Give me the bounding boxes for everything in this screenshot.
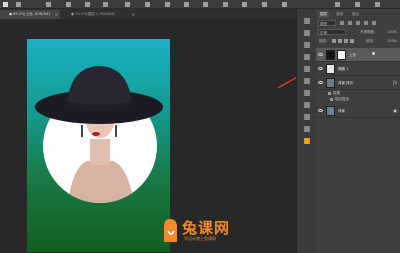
blend-mode-select[interactable]: 正常 [318, 29, 346, 35]
lock-position-icon[interactable] [344, 39, 348, 43]
document-tab-label: ● 70.2%(图层 1, RGB/8#) [71, 12, 116, 16]
filter-shape-icon[interactable] [364, 21, 368, 25]
close-icon[interactable]: × [55, 12, 58, 17]
opacity-value[interactable]: 100% [387, 30, 397, 34]
layer-row[interactable]: 上色 [316, 48, 400, 62]
rabbit-logo-icon [164, 219, 177, 242]
tool-styles-icon[interactable] [303, 77, 311, 85]
fill-value[interactable]: 100% [387, 39, 397, 43]
3d-rotate-icon[interactable] [355, 2, 360, 7]
distribute-left-icon[interactable] [223, 2, 228, 7]
layer-thumbnail [326, 106, 335, 116]
align-center-icon[interactable] [66, 2, 71, 7]
distribute-center-icon[interactable] [242, 2, 247, 7]
tools-panel [296, 9, 316, 253]
effect-item[interactable]: 描边叠加 [330, 97, 349, 102]
tool-character-icon[interactable] [303, 89, 311, 97]
layer-thumbnail [326, 64, 335, 74]
layer-link-icon[interactable] [372, 52, 375, 55]
align-left-icon[interactable] [46, 2, 51, 7]
tab-layers[interactable]: 图层 [318, 11, 329, 18]
3d-pan-icon[interactable] [375, 2, 380, 7]
lock-all-icon[interactable] [350, 39, 354, 43]
document-canvas[interactable] [27, 39, 170, 252]
align-top-icon[interactable] [103, 2, 108, 7]
visibility-eye-icon[interactable] [318, 67, 323, 70]
close-icon[interactable]: × [132, 12, 135, 17]
document-tab[interactable]: ● 70.2%(图层 1, RGB/8#) × [62, 10, 137, 19]
align-right-icon[interactable] [85, 2, 90, 7]
filter-pixel-icon[interactable] [340, 21, 344, 25]
lock-row: 锁定: 填充: 100% [316, 37, 400, 45]
blend-row: 正常 不透明度: 100% [316, 28, 400, 36]
distribute-top-icon[interactable] [165, 2, 170, 7]
visibility-eye-icon[interactable] [318, 53, 323, 56]
document-tab[interactable]: ● 69.2%(上色, RGB/8#) × [0, 10, 60, 19]
filter-adjust-icon[interactable] [348, 21, 352, 25]
layer-row[interactable]: 椭圆 1 [316, 62, 400, 76]
effect-item-label: 描边叠加 [335, 97, 349, 101]
opacity-label: 不透明度: [360, 30, 376, 34]
tool-glyphs-icon[interactable] [303, 113, 311, 121]
watermark-brand: 兔课网 [182, 219, 231, 237]
effects-label: 效果 [333, 91, 340, 95]
layer-thumbnail [326, 78, 335, 88]
align-middle-icon[interactable] [125, 2, 130, 7]
lock-icon: ▣ [393, 108, 397, 113]
lock-label: 锁定: [319, 39, 328, 43]
panel-tabs: 图层 通道 路径 [316, 11, 400, 18]
distribute-bottom-icon[interactable] [203, 2, 208, 7]
effect-eye-icon[interactable] [328, 91, 331, 95]
artwork [35, 66, 163, 203]
tool-color-icon[interactable] [303, 53, 311, 61]
filter-row: 类型 [316, 19, 400, 27]
fx-icon[interactable]: ƒx [393, 80, 397, 85]
auto-select-icon[interactable] [16, 2, 21, 7]
effect-eye-icon[interactable] [330, 97, 333, 101]
tool-brush-icon[interactable] [303, 137, 311, 145]
layer-mask-thumbnail[interactable] [337, 50, 346, 60]
tool-adjustments-icon[interactable] [303, 41, 311, 49]
layer-name[interactable]: 上色 [349, 53, 356, 58]
tab-channels[interactable]: 通道 [334, 11, 345, 18]
tool-history-icon[interactable] [303, 17, 311, 25]
document-tab-label: ● 69.2%(上色, RGB/8#) [9, 12, 51, 16]
options-bar [0, 0, 400, 9]
watermark-tagline: 学设计就上兔课网 [184, 236, 216, 241]
layer-row[interactable]: 背景 ▣ [316, 104, 400, 118]
layer-name[interactable]: 椭圆 1 [338, 67, 348, 72]
distribute-right-icon[interactable] [262, 2, 267, 7]
tool-swatches-icon[interactable] [303, 65, 311, 73]
move-tool-icon[interactable] [3, 2, 8, 7]
3d-mode-icon[interactable] [335, 2, 340, 7]
tool-paragraph-icon[interactable] [303, 101, 311, 109]
lock-pixels-icon[interactable] [338, 39, 342, 43]
canvas-area[interactable]: 兔课网 学设计就上兔课网 [0, 19, 317, 253]
watermark: 兔课网 学设计就上兔课网 [160, 215, 260, 247]
effects-row[interactable]: 效果 [328, 91, 340, 96]
blend-mode-value: 正常 [320, 30, 327, 35]
kind-filter-label: 类型 [320, 21, 327, 26]
auto-align-icon[interactable] [282, 2, 287, 7]
lock-transparent-icon[interactable] [332, 39, 336, 43]
layer-thumbnail [326, 50, 335, 60]
layer-name[interactable]: 背景 [338, 109, 345, 114]
tool-properties-icon[interactable] [303, 29, 311, 37]
visibility-eye-icon[interactable] [318, 81, 323, 84]
tab-paths[interactable]: 路径 [350, 11, 361, 18]
layer-row[interactable]: 背景 拷贝 ƒx [316, 76, 400, 90]
distribute-middle-icon[interactable] [184, 2, 189, 7]
kind-filter-select[interactable]: 类型 [318, 20, 336, 26]
layers-panel: 图层 通道 路径 类型 正常 不透明度: 100% 锁定: 填充: 100% 上… [316, 9, 400, 253]
visibility-eye-icon[interactable] [318, 109, 323, 112]
fill-label: 填充: [366, 39, 375, 43]
document-tab-bar: ● 69.2%(上色, RGB/8#) × ● 70.2%(图层 1, RGB/… [0, 9, 300, 19]
filter-smart-icon[interactable] [372, 21, 376, 25]
tool-libraries-icon[interactable] [303, 125, 311, 133]
align-bottom-icon[interactable] [145, 2, 150, 7]
filter-type-icon[interactable] [356, 21, 360, 25]
layer-name[interactable]: 背景 拷贝 [338, 81, 353, 86]
